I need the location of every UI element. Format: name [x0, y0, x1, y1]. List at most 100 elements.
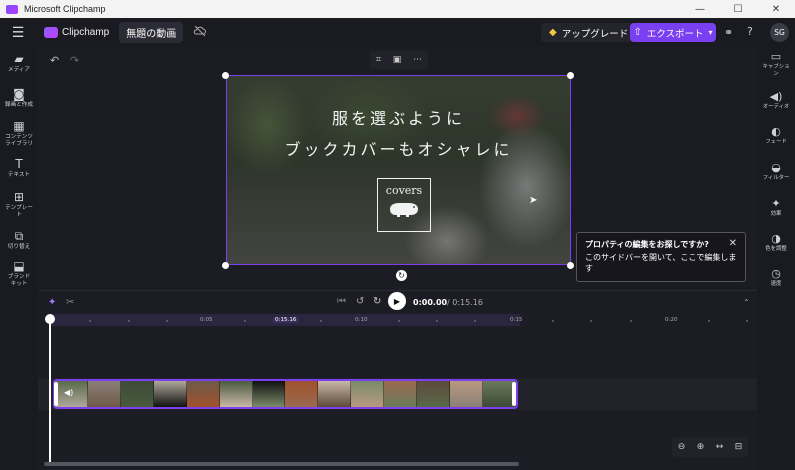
sidebar-item-templates[interactable]: ⊞ テンプレー ト: [0, 190, 38, 219]
clip-thumbnail: [186, 381, 220, 407]
upgrade-button[interactable]: ◆ アップグレード: [541, 23, 637, 42]
preview-toolbar: ⌗ ▣ ⋯: [370, 51, 428, 69]
covers-logo: covers: [377, 178, 431, 232]
volume-icon[interactable]: ◀): [64, 388, 73, 397]
resize-handle-top-right[interactable]: [567, 72, 574, 79]
forward-5s-icon[interactable]: ↻: [373, 296, 381, 307]
export-label: エクスポート: [646, 28, 704, 40]
maximize-button[interactable]: ☐: [719, 0, 757, 18]
sidebar-item-brand-kit[interactable]: ⬓ ブランド キット: [0, 259, 38, 288]
sidebar-item-content-library[interactable]: ▦ コンテンツ ライブラリ: [0, 119, 38, 148]
clip-trim-handle-right[interactable]: [512, 382, 516, 406]
rotate-icon[interactable]: ↻: [396, 270, 407, 281]
covers-logo-text: covers: [385, 184, 423, 197]
sidebar-item-record[interactable]: ◙ 録画と作成: [0, 87, 38, 109]
sidebar-item-fade[interactable]: ◐ フェード: [757, 125, 795, 146]
ruler-dot: [436, 320, 438, 322]
sidebar-item-speed[interactable]: ◷ 速度: [757, 267, 795, 288]
clip-thumbnail: [482, 381, 516, 407]
sidebar-item-effects[interactable]: ✦ 効果: [757, 197, 795, 218]
redo-icon[interactable]: ↷: [70, 54, 79, 67]
collapse-icon[interactable]: ⌃: [743, 298, 750, 307]
video-clip[interactable]: [53, 379, 518, 409]
clip-thumbnail: [252, 381, 286, 407]
ruler-dot: [746, 320, 748, 322]
total-duration: / 0:15.16: [447, 298, 483, 307]
sidebar-item-label: テキスト: [7, 172, 31, 178]
chevron-down-icon: ▾: [708, 28, 713, 37]
playhead-handle[interactable]: [45, 314, 55, 324]
zoom-controls: ⊖ ⊕ ↔ ⊟: [672, 437, 748, 457]
clip-thumbnail: [87, 381, 121, 407]
close-icon[interactable]: ✕: [729, 238, 737, 249]
resize-handle-bottom-right[interactable]: [567, 262, 574, 269]
color-adjust-icon: ◑: [771, 232, 781, 245]
crop-icon[interactable]: ⌗: [376, 55, 381, 65]
sidebar-item-captions[interactable]: ▭ キャプショ ン: [757, 50, 795, 78]
right-sidebar: ▭ キャプショ ン ◀) オーディオ ◐ フェード ◒ フィルター ✦ 効果 ◑…: [757, 47, 795, 470]
ruler-dot: [474, 320, 476, 322]
share-icon[interactable]: ⚭: [724, 26, 733, 39]
ruler-dot: [244, 320, 246, 322]
sidebar-item-media[interactable]: ▰ メディア: [0, 52, 38, 74]
speed-icon: ◷: [771, 267, 781, 280]
app-header: ☰ Clipchamp 無題の動画 ◆ アップグレード ⇧ エクスポート ▾ ⚭…: [0, 18, 795, 47]
export-button[interactable]: ⇧ エクスポート ▾: [630, 23, 716, 42]
hippo-icon: [390, 203, 418, 217]
fit-timeline-icon[interactable]: ↔: [716, 442, 724, 452]
sidebar-item-label: フィルター: [762, 175, 790, 181]
resize-handle-top-left[interactable]: [222, 72, 229, 79]
sidebar-item-color-adjust[interactable]: ◑ 色を調整: [757, 232, 795, 253]
play-button[interactable]: ▶: [388, 292, 406, 310]
diamond-icon: ◆: [549, 27, 557, 38]
magic-sparkle-icon[interactable]: ✦: [48, 297, 56, 308]
effects-icon: ✦: [771, 197, 781, 210]
audio-icon: ◀): [769, 90, 783, 103]
tooltip-body: このサイドバーを開いて、ここで編集します: [585, 253, 737, 273]
ruler-dot: [128, 320, 130, 322]
timeline-ruler[interactable]: [50, 314, 750, 326]
clip-trim-handle-left[interactable]: [54, 382, 58, 406]
templates-icon: ⊞: [13, 190, 25, 204]
mouse-cursor-icon: ➤: [529, 195, 538, 206]
project-name-field[interactable]: 無題の動画: [119, 22, 184, 43]
skip-back-icon[interactable]: ⏮: [337, 296, 346, 307]
sidebar-item-transitions[interactable]: ⧉ 切り替え: [0, 229, 38, 251]
sidebar-item-filters[interactable]: ◒ フィルター: [757, 161, 795, 182]
scissors-icon[interactable]: ✂: [66, 297, 74, 308]
zoom-out-icon[interactable]: ⊖: [678, 442, 686, 452]
sidebar-item-label: 録画と作成: [5, 102, 33, 108]
left-sidebar: ▰ メディア ◙ 録画と作成 ▦ コンテンツ ライブラリ T テキスト ⊞ テン…: [0, 47, 38, 470]
timeline-scrollbar[interactable]: [44, 462, 519, 466]
ruler-end-marker: 0:15.16: [273, 317, 299, 323]
zoom-in-icon[interactable]: ⊕: [697, 442, 705, 452]
undo-icon[interactable]: ↶: [50, 54, 59, 67]
menu-icon[interactable]: ☰: [0, 25, 36, 41]
more-options-icon[interactable]: ⋯: [413, 55, 422, 65]
ruler-tick-label: 0:10: [355, 317, 368, 323]
cloud-off-icon[interactable]: [193, 25, 207, 40]
avatar[interactable]: SG: [770, 23, 789, 42]
ruler-tick-label: 0:20: [665, 317, 678, 323]
video-preview[interactable]: 服を選ぶように ブックカバーもオシャレに covers: [226, 75, 571, 265]
ruler-dot: [630, 320, 632, 322]
playhead[interactable]: [49, 318, 51, 466]
clip-thumbnail: [384, 381, 418, 407]
close-window-button[interactable]: ✕: [757, 0, 795, 18]
clip-thumbnail: [450, 381, 483, 407]
video-caption-line-1: 服を選ぶように: [331, 109, 465, 128]
clip-thumbnail: [318, 381, 352, 407]
window-controls: — ☐ ✕: [681, 0, 795, 18]
captions-icon: ▭: [770, 50, 782, 63]
help-icon[interactable]: ?: [747, 25, 753, 38]
resize-handle-bottom-left[interactable]: [222, 262, 229, 269]
rewind-5s-icon[interactable]: ↺: [356, 296, 364, 307]
upgrade-label: アップグレード: [561, 28, 629, 40]
ruler-tick-label: 0:15: [510, 317, 523, 323]
minimize-button[interactable]: —: [681, 0, 719, 18]
clip-thumbnail: [351, 381, 385, 407]
fit-icon[interactable]: ▣: [393, 55, 402, 65]
sidebar-item-audio[interactable]: ◀) オーディオ: [757, 90, 795, 111]
expand-timeline-icon[interactable]: ⊟: [735, 442, 743, 452]
sidebar-item-text[interactable]: T テキスト: [0, 157, 38, 179]
